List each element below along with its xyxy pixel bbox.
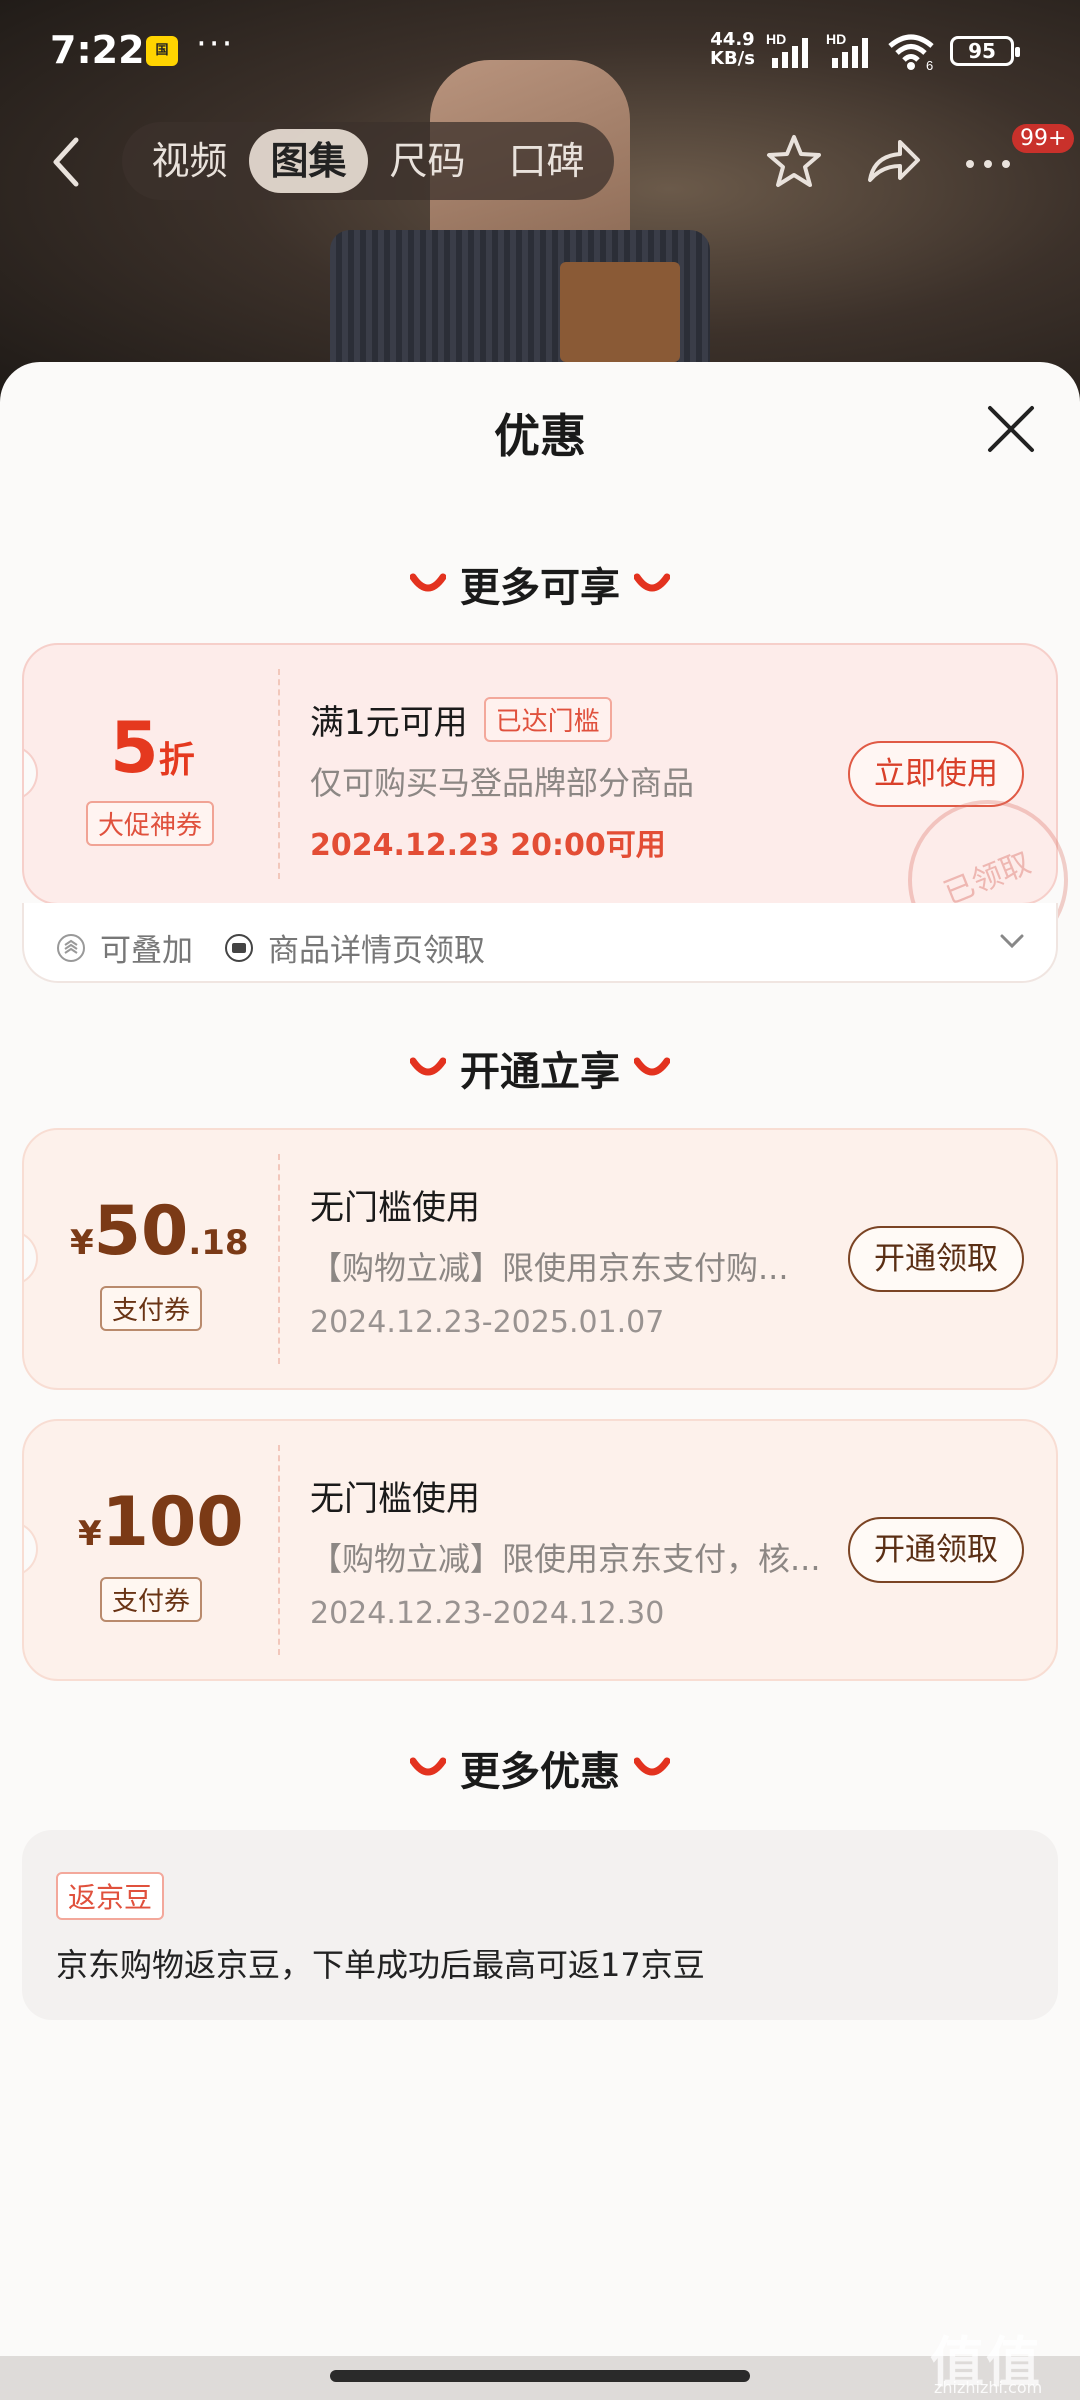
coupon-title-row: 满1元可用 已达门槛 xyxy=(310,695,694,744)
more-menu-icon[interactable] xyxy=(958,132,1018,192)
favorite-star-icon[interactable] xyxy=(764,132,824,192)
stackable-label: 可叠加 xyxy=(100,933,193,969)
photo-leather-patch xyxy=(560,262,680,362)
net-speed-unit: KB/s xyxy=(710,48,755,69)
tab-size[interactable]: 尺码 xyxy=(368,129,487,193)
coupon-value-area: ¥100 支付券 xyxy=(24,1421,278,1679)
smile-deco-icon xyxy=(410,1757,446,1776)
coupon-amount-int: 50 xyxy=(93,1192,189,1271)
section-title: 更多可享 xyxy=(460,565,620,611)
coupon-kind-badge: 支付券 xyxy=(100,1286,203,1331)
coupon-kind-badge: 支付券 xyxy=(100,1577,203,1622)
coupon-value: ¥100 xyxy=(78,1483,244,1562)
coupon-info: 满1元可用 已达门槛 仅可购买马登品牌部分商品 2024.12.23 20:00… xyxy=(310,695,694,864)
signal-hd-icon: HD xyxy=(766,32,808,68)
smile-deco-icon xyxy=(634,573,670,592)
smile-deco-icon xyxy=(410,1057,446,1076)
share-icon[interactable] xyxy=(862,132,922,192)
coupon-title: 无门槛使用 xyxy=(310,1479,480,1519)
coupon-date: 2024.12.23 20:00可用 xyxy=(310,828,666,863)
battery-icon: 95 xyxy=(950,36,1020,66)
coupon-value-area: ¥50.18 支付券 xyxy=(24,1130,278,1388)
activate-claim-button[interactable]: 开通领取 xyxy=(848,1226,1024,1292)
coupon-value-area: 5折 大促神券 xyxy=(24,645,278,903)
sheet-title: 优惠 xyxy=(494,409,586,463)
source-label: 商品详情页领取 xyxy=(268,933,485,969)
coupon-divider xyxy=(278,669,280,879)
coupon-discount-unit: 折 xyxy=(158,740,195,781)
coupon-discount-number: 5 xyxy=(110,707,159,789)
signal-hd2-icon: HD xyxy=(826,32,868,68)
section-more-available: 更多可享 xyxy=(0,556,1080,612)
close-icon[interactable] xyxy=(986,404,1036,454)
coupon-date: 2024.12.23-2025.01.07 xyxy=(310,1305,665,1340)
smile-deco-icon xyxy=(634,1057,670,1076)
section-title: 开通立享 xyxy=(460,1049,620,1095)
stackable-info: 可叠加 xyxy=(56,925,193,970)
coupon-info: 无门槛使用 【购物立减】限使用京东支付，核... 2024.12.23-2024… xyxy=(310,1471,821,1631)
media-tabs: 视频 图集 尺码 口碑 xyxy=(122,122,614,200)
hd-label-2: HD xyxy=(826,32,846,47)
coupon-info: 无门槛使用 【购物立减】限使用京东支付购... 2024.12.23-2025.… xyxy=(310,1180,789,1340)
coupon-card-pay-50[interactable]: ¥50.18 支付券 无门槛使用 【购物立减】限使用京东支付购... 2024.… xyxy=(22,1128,1058,1390)
coupon-title: 满1元可用 xyxy=(310,703,468,743)
tab-gallery[interactable]: 图集 xyxy=(249,129,368,193)
tab-reviews[interactable]: 口碑 xyxy=(487,129,606,193)
source-info: 商品详情页领取 xyxy=(224,925,485,970)
smile-deco-icon xyxy=(634,1757,670,1776)
coupon-card-discount[interactable]: 5折 大促神券 满1元可用 已达门槛 仅可购买马登品牌部分商品 2024.12.… xyxy=(22,643,1058,905)
jd-beans-tag: 返京豆 xyxy=(56,1872,165,1920)
chevron-down-icon[interactable] xyxy=(998,931,1026,951)
currency-symbol: ¥ xyxy=(78,1514,102,1554)
wifi-icon: 6 xyxy=(888,34,934,72)
activate-claim-button[interactable]: 开通领取 xyxy=(848,1517,1024,1583)
coupon-amount-dec: .18 xyxy=(188,1223,249,1263)
ticket-icon xyxy=(225,933,253,962)
coupon-desc: 仅可购买马登品牌部分商品 xyxy=(310,764,695,802)
coupon-desc: 【购物立减】限使用京东支付，核... xyxy=(310,1540,821,1578)
coupon-kind-badge: 大促神券 xyxy=(86,801,215,846)
smile-deco-icon xyxy=(410,573,446,592)
more-notifications-icon: ··· xyxy=(196,24,235,64)
section-title: 更多优惠 xyxy=(460,1749,620,1795)
jd-beans-text: 京东购物返京豆，下单成功后最高可返17京豆 xyxy=(56,1946,705,1984)
coupon-divider xyxy=(278,1445,280,1655)
coupon-title: 无门槛使用 xyxy=(310,1188,480,1228)
net-speed-value: 44.9 xyxy=(710,29,755,50)
coupon-divider xyxy=(278,1154,280,1364)
back-icon[interactable] xyxy=(46,132,86,192)
hd-label: HD xyxy=(766,32,786,47)
coupon-value: ¥50.18 xyxy=(70,1192,249,1271)
section-open-now: 开通立享 xyxy=(0,1040,1080,1096)
coupon-desc: 【购物立减】限使用京东支付购... xyxy=(310,1249,789,1287)
threshold-reached-tag: 已达门槛 xyxy=(483,697,612,742)
coupon-value: 5折 xyxy=(110,707,195,789)
wifi-number: 6 xyxy=(926,58,933,72)
stack-icon xyxy=(57,933,85,962)
coupon-amount-int: 100 xyxy=(101,1483,244,1562)
net-speed: 44.9 KB/s xyxy=(710,30,755,68)
currency-symbol: ¥ xyxy=(70,1223,94,1263)
app-notification-icon: 国 xyxy=(146,36,178,66)
use-now-button[interactable]: 立即使用 xyxy=(848,741,1024,807)
coupon-date: 2024.12.23-2024.12.30 xyxy=(310,1596,665,1631)
section-more-deals: 更多优惠 xyxy=(0,1740,1080,1796)
coupon-card-pay-100[interactable]: ¥100 支付券 无门槛使用 【购物立减】限使用京东支付，核... 2024.1… xyxy=(22,1419,1058,1681)
watermark-site: zhizhizhi.com xyxy=(934,2378,1043,2397)
coupon-footer: 可叠加 商品详情页领取 xyxy=(22,903,1058,983)
status-bar: 7:22 国 ··· 44.9 KB/s HD HD 6 95 xyxy=(0,0,1080,100)
jd-beans-info-box: 返京豆 京东购物返京豆，下单成功后最高可返17京豆 xyxy=(22,1830,1058,2020)
message-count-badge: 99+ xyxy=(1012,124,1075,153)
tab-video[interactable]: 视频 xyxy=(130,129,249,193)
home-indicator[interactable] xyxy=(330,2370,750,2382)
status-time: 7:22 xyxy=(50,28,145,72)
